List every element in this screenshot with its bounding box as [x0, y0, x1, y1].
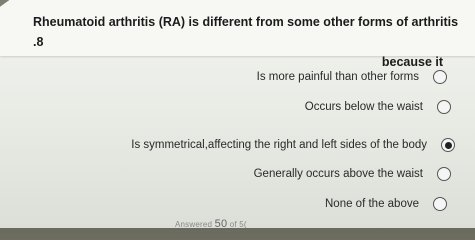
- option-label: Is symmetrical,affecting the right and l…: [131, 139, 427, 151]
- question-box: Rheumatoid arthritis (RA) is different f…: [0, 0, 475, 69]
- answered-count: 50: [214, 218, 228, 230]
- question-line-1: Rheumatoid arthritis (RA) is different f…: [33, 15, 459, 49]
- radio-button[interactable]: [433, 197, 447, 211]
- answered-prefix: Answered: [175, 220, 213, 229]
- question-line-2: because it: [381, 55, 443, 69]
- radio-button[interactable]: [437, 100, 451, 114]
- option-label: Generally occurs above the waist: [253, 168, 423, 180]
- option-5[interactable]: None of the above: [325, 197, 447, 211]
- radio-button[interactable]: [437, 167, 451, 181]
- option-3[interactable]: Is symmetrical,affecting the right and l…: [131, 138, 455, 152]
- option-2[interactable]: Occurs below the waist: [305, 100, 451, 114]
- option-4[interactable]: Generally occurs above the waist: [254, 167, 451, 181]
- question-text: Rheumatoid arthritis (RA) is different f…: [33, 12, 465, 72]
- option-label: None of the above: [325, 198, 419, 210]
- radio-button-selected[interactable]: [441, 138, 455, 152]
- option-label: Occurs below the waist: [304, 101, 423, 113]
- quiz-card: Rheumatoid arthritis (RA) is different f…: [0, 0, 475, 228]
- radio-button[interactable]: [433, 70, 447, 84]
- answered-suffix: of 5(: [229, 220, 247, 229]
- answered-counter: Answered 50 of 5(: [175, 218, 247, 230]
- option-1[interactable]: Is more painful than other forms: [257, 70, 447, 84]
- option-label: Is more painful than other forms: [256, 71, 419, 83]
